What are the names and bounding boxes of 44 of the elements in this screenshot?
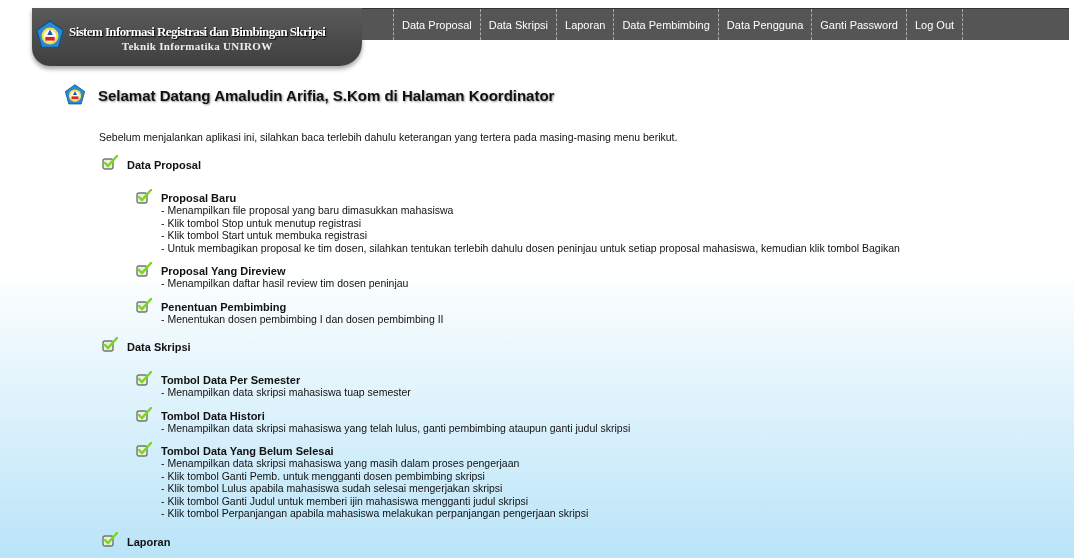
section-title: Data Skripsi xyxy=(127,341,191,353)
description-line: - Klik tombol Perpanjangan apabila mahasiswa melakukan perpanjangan pengerjaan skripsi xyxy=(161,507,589,520)
description-line: - Klik tombol Ganti Pemb. untuk mengganti dosen pembimbing skripsi xyxy=(161,469,486,482)
item-title: Tombol Data Histori xyxy=(161,409,266,422)
checkbox-icon xyxy=(136,189,152,204)
description-line: - Menampilkan data skripsi mahasiswa yang telah lulus, ganti pembimbing ataupun ganti judul skripsi xyxy=(161,421,631,434)
checkbox-icon xyxy=(102,155,118,170)
description-line: - Menampilkan data skripsi mahasiswa yang masih dalam proses pengerjaan xyxy=(161,457,521,470)
nav-link[interactable]: Laporan xyxy=(556,9,614,40)
description-line: - Menampilkan daftar hasil review tim dosen peninjau xyxy=(161,277,409,290)
checkbox-icon xyxy=(102,531,118,547)
nav-link[interactable]: Log Out xyxy=(905,9,964,40)
logo-icon xyxy=(35,20,65,50)
description-line: - Klik tombol Lulus apabila mahasiswa sudah selesai mengerjakan skripsi xyxy=(161,482,504,495)
nav-link[interactable]: Data Skripsi xyxy=(479,9,556,40)
checkbox-icon xyxy=(136,371,152,386)
description-line: - Untuk membagikan proposal ke tim dosen, silahkan tentukan terlebih dahulu dosen peninjau untuk setiap proposal mahasiswa, kemudian klik tombol Bagikan xyxy=(161,241,900,254)
item-title: Tombol Data Per Semester xyxy=(161,374,302,386)
item-title: Proposal Baru xyxy=(161,192,238,204)
description-line: - Menampilkan file proposal yang baru dimasukkan mahasiswa xyxy=(161,204,455,217)
item-title: Proposal Yang Direview xyxy=(161,265,287,277)
page-heading: Selamat Datang Amaludin Arifia, S.Kom di Halaman Koordinator xyxy=(98,86,555,104)
intro-text: Sebelum menjalankan aplikasi ini, silahkan baca terlebih dahulu keterangan yang tertera pada masing-masing menu berikut. xyxy=(99,131,679,143)
description-line: - Menampilkan data skripsi mahasiswa tuap semester xyxy=(161,386,411,399)
nav-link[interactable]: Data Proposal xyxy=(393,9,480,40)
nav-link[interactable]: Ganti Password xyxy=(811,9,906,40)
nav-link[interactable]: Data Pembimbing xyxy=(613,9,718,40)
description-line: - Klik tombol Ganti Judul untuk memberi ijin mahasiswa mengganti judul skripsi xyxy=(161,494,530,507)
item-title: Penentuan Pembimbing xyxy=(161,300,288,313)
logo-icon xyxy=(64,84,86,106)
site-subtitle: Teknik Informatika UNIROW xyxy=(121,40,273,52)
checkbox-icon xyxy=(136,442,152,457)
checkbox-icon xyxy=(136,297,152,313)
checkbox-icon xyxy=(136,406,152,422)
nav-link[interactable]: Data Pengguna xyxy=(717,9,812,40)
description-line: - Menentukan dosen pembimbing I dan dosen pembimbing II xyxy=(161,312,444,325)
site-title: Sistem Informasi Registrasi dan Bimbingan Skripsi xyxy=(69,24,326,40)
section-title: Laporan xyxy=(127,535,171,548)
checkbox-icon xyxy=(136,262,152,277)
checkbox-icon xyxy=(102,337,118,352)
description-line: - Klik tombol Start untuk membuka registrasi xyxy=(161,229,368,242)
section-title: Data Proposal xyxy=(127,159,201,171)
item-title: Tombol Data Yang Belum Selesai xyxy=(161,445,335,457)
description-line: - Klik tombol Stop untuk menutup registrasi xyxy=(161,216,363,229)
